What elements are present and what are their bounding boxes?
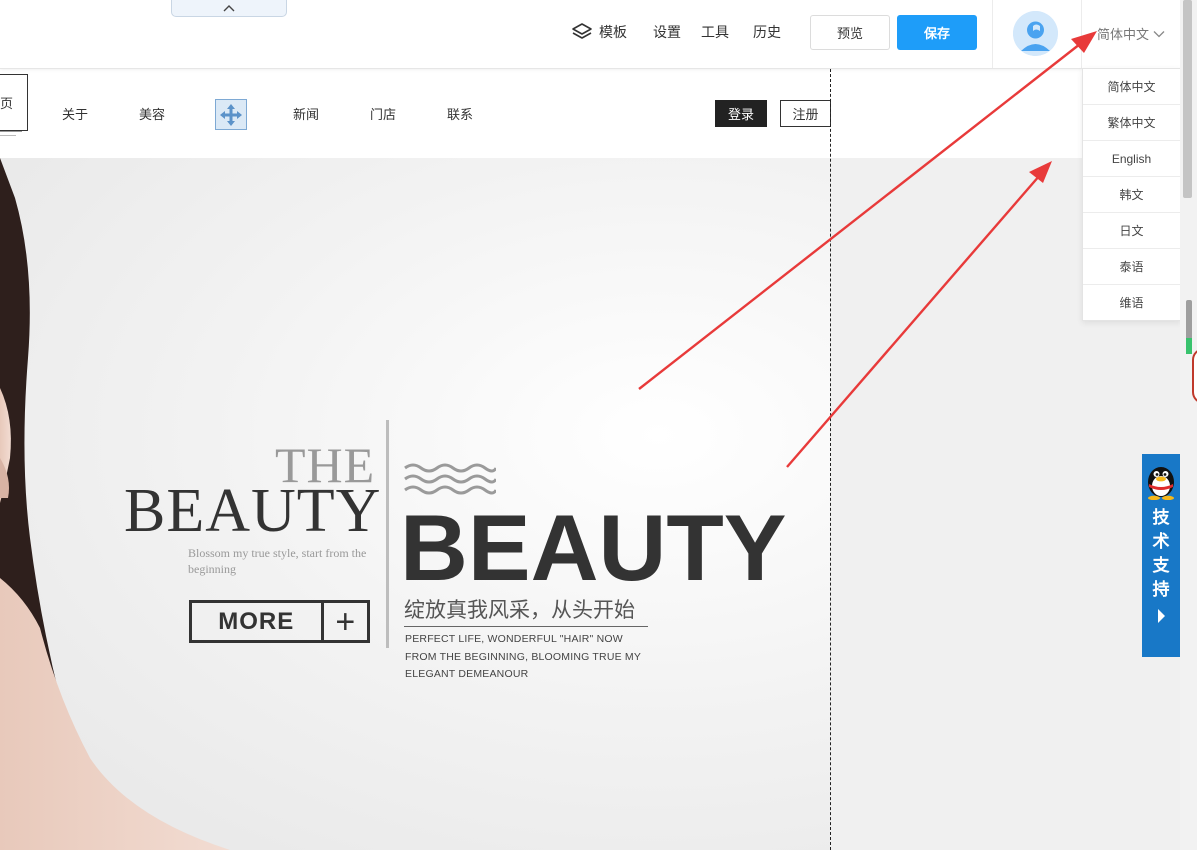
register-button[interactable]: 注册: [780, 100, 831, 127]
template-label: 模板: [599, 24, 627, 40]
login-button[interactable]: 登录: [715, 100, 767, 127]
caret-right-icon: [1158, 609, 1165, 623]
qq-penguin-icon: [1148, 467, 1174, 500]
support-char-3: 支: [1152, 556, 1170, 575]
language-option-korean[interactable]: 韩文: [1083, 177, 1180, 213]
hero-banner: THE BEAUTY Blossom my true style, start …: [0, 158, 1197, 850]
history-menu[interactable]: 历史: [753, 22, 781, 42]
nav-item-beauty[interactable]: 美容: [139, 104, 165, 123]
hero-blossom-text: Blossom my true style, start from the be…: [188, 546, 367, 576]
language-option-uyghur[interactable]: 维语: [1083, 285, 1180, 320]
history-label: 历史: [753, 24, 781, 40]
more-button[interactable]: MORE +: [189, 600, 370, 643]
language-option-traditional-chinese[interactable]: 繁体中文: [1083, 105, 1180, 141]
language-option-english[interactable]: English: [1083, 141, 1180, 177]
tech-support-label: 技 术 支 持: [1153, 506, 1170, 602]
nav-item-contact[interactable]: 联系: [447, 104, 473, 123]
language-select[interactable]: 简体中文: [1097, 24, 1165, 43]
toolbar-divider-2: [1081, 0, 1082, 68]
nav-home-label: 页: [0, 96, 14, 111]
more-label: MORE: [218, 607, 295, 635]
edge-floating-button[interactable]: [1192, 348, 1197, 404]
settings-label: 设置: [653, 24, 681, 40]
avatar[interactable]: [1013, 11, 1058, 56]
status-indicator: [1186, 338, 1192, 354]
plus-icon: +: [320, 603, 367, 640]
tools-menu[interactable]: 工具: [701, 22, 729, 42]
nav-item-news[interactable]: 新闻: [293, 104, 319, 123]
editor-toolbar: 模板 设置 工具 历史 预览 保存 简体中文: [0, 0, 1197, 69]
waves-icon: [404, 463, 496, 495]
support-char-2: 术: [1152, 532, 1170, 551]
nav-item-about[interactable]: 关于: [62, 104, 88, 123]
toolbar-divider: [992, 0, 993, 68]
nav-item-stores[interactable]: 门店: [370, 104, 396, 123]
layout-guide-line: [830, 69, 831, 850]
collapse-toolbar-tab[interactable]: [171, 0, 287, 17]
tools-label: 工具: [701, 24, 729, 40]
language-option-japanese[interactable]: 日文: [1083, 213, 1180, 249]
hero-chinese-slogan: 绽放真我风采，从头开始: [404, 599, 635, 622]
move-arrows-icon: [220, 103, 242, 126]
settings-menu[interactable]: 设置: [653, 22, 681, 42]
language-option-thai[interactable]: 泰语: [1083, 249, 1180, 285]
user-avatar-icon: [1013, 11, 1058, 56]
nav-item-home[interactable]: 页: [0, 74, 28, 131]
panel-scrollbar-thumb[interactable]: [1186, 300, 1192, 340]
layers-icon: [572, 23, 592, 39]
hero-divider: [386, 420, 389, 648]
hero-english-description: PERFECT LIFE, WONDERFUL "HAIR" NOW FROM …: [405, 633, 641, 680]
scrollbar-thumb[interactable]: [1183, 0, 1192, 198]
nav-active-underline: [0, 131, 22, 132]
move-handle[interactable]: [215, 99, 247, 130]
language-option-simplified-chinese[interactable]: 简体中文: [1083, 69, 1180, 105]
template-menu[interactable]: 模板: [571, 22, 627, 42]
support-char-4: 持: [1152, 580, 1170, 599]
preview-button[interactable]: 预览: [810, 15, 890, 50]
hero-beauty-serif-text: BEAUTY: [124, 477, 382, 545]
site-navigation: 页 关于 美容 新闻 门店 联系 登录 注册: [0, 69, 831, 158]
chevron-down-icon: [1153, 30, 1165, 37]
nav-active-underline-2: [0, 135, 16, 136]
save-button[interactable]: 保存: [897, 15, 977, 50]
tech-support-widget[interactable]: 技 术 支 持: [1142, 454, 1180, 657]
slogan-underline: [404, 626, 648, 627]
hero-beauty-big-text: BEAUTY: [400, 495, 787, 600]
language-selected-label: 简体中文: [1097, 27, 1150, 42]
support-char-1: 技: [1152, 508, 1170, 527]
chevron-up-icon: [223, 5, 235, 12]
language-dropdown: 简体中文 繁体中文 English 韩文 日文 泰语 维语: [1082, 68, 1181, 321]
